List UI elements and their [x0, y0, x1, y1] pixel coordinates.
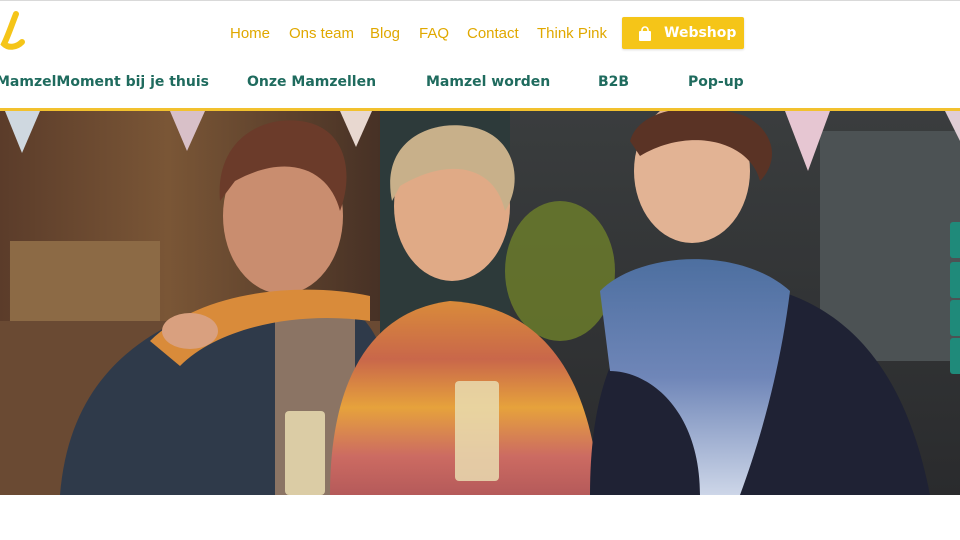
- nav-ons-team[interactable]: Ons team: [289, 25, 354, 43]
- nav-think-pink[interactable]: Think Pink: [537, 25, 607, 43]
- nav-home[interactable]: Home: [230, 25, 270, 43]
- side-tab-1[interactable]: [950, 222, 960, 258]
- webshop-button[interactable]: Webshop: [622, 17, 744, 49]
- nav-pop-up[interactable]: Pop-up: [688, 73, 744, 91]
- side-tab-4[interactable]: [950, 338, 960, 374]
- nav-onze-mamzellen[interactable]: Onze Mamzellen: [247, 73, 376, 91]
- nav-b2b[interactable]: B2B: [598, 73, 629, 91]
- nav-contact[interactable]: Contact: [467, 25, 519, 43]
- logo-icon[interactable]: [0, 10, 28, 50]
- nav-mamzel-worden[interactable]: Mamzel worden: [426, 73, 550, 91]
- nav-faq[interactable]: FAQ: [419, 25, 449, 43]
- webshop-label: Webshop: [664, 25, 737, 41]
- top-border: [0, 0, 960, 1]
- shopping-bag-icon: [639, 26, 651, 41]
- nav-mamzelmoment-bij-je-thuis[interactable]: MamzelMoment bij je thuis: [0, 73, 209, 91]
- hero-photo: [0, 111, 960, 495]
- side-tab-2[interactable]: [950, 262, 960, 298]
- nav-blog[interactable]: Blog: [370, 25, 400, 43]
- hero-photo-illustration: [0, 111, 960, 495]
- side-tab-3[interactable]: [950, 300, 960, 336]
